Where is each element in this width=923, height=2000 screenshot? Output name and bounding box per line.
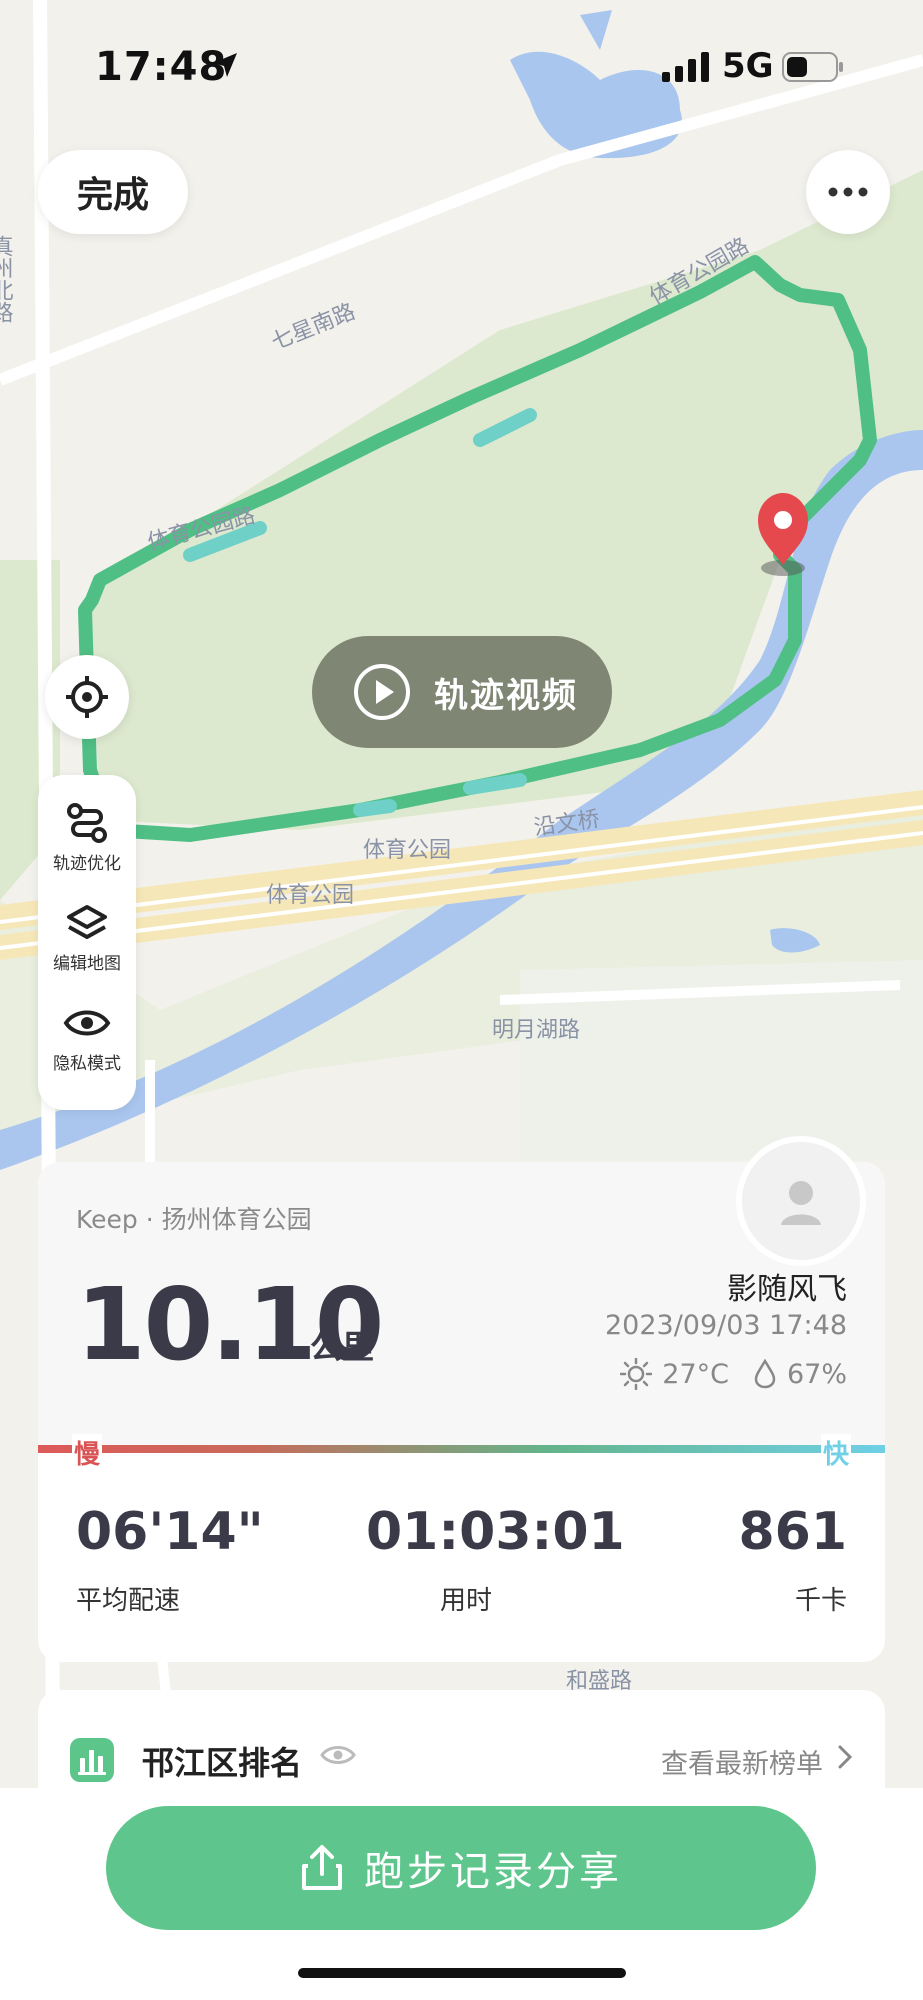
map-label-mingyue-lake-road: 明月湖路 xyxy=(492,1018,580,1043)
edit-map-button[interactable]: 编辑地图 xyxy=(38,895,136,991)
stat-duration: 01:03:01 用时 xyxy=(366,1502,625,1617)
chevron-right-icon xyxy=(838,1745,853,1769)
track-video-label: 轨迹视频 xyxy=(434,675,578,716)
humidity: 67% xyxy=(786,1358,847,1390)
location-arrow-icon xyxy=(213,53,237,77)
play-icon xyxy=(354,664,410,720)
track-video-button[interactable]: 轨迹视频 xyxy=(312,636,612,748)
slow-label: 慢 xyxy=(72,1434,103,1471)
battery-icon xyxy=(782,52,843,82)
done-button[interactable]: 完成 xyxy=(38,150,188,234)
record-source: Keep · 扬州体育公园 xyxy=(76,1205,312,1234)
duration-label: 用时 xyxy=(439,1586,492,1616)
sun-icon xyxy=(620,1358,653,1390)
view-latest-ranking-link[interactable]: 查看最新榜单 xyxy=(661,1742,823,1781)
distance-unit: 公里 xyxy=(310,1328,375,1366)
ranking-chart-icon xyxy=(70,1738,114,1782)
share-run-record-button[interactable]: 跑步记录分享 xyxy=(106,1806,816,1930)
track-optimize-label: 轨迹优化 xyxy=(53,854,121,874)
layers-icon xyxy=(67,905,107,939)
stat-calories: 861 千卡 xyxy=(738,1502,847,1617)
privacy-mode-label: 隐私模式 xyxy=(53,1054,121,1074)
more-button[interactable] xyxy=(806,150,890,234)
more-icon xyxy=(828,187,868,197)
visibility-eye-icon[interactable] xyxy=(320,1742,356,1768)
share-icon xyxy=(302,1845,342,1890)
record-datetime: 2023/09/03 17:48 xyxy=(604,1310,847,1341)
stat-avg-pace: 06'14" 平均配速 xyxy=(76,1502,264,1617)
locate-button[interactable] xyxy=(45,655,129,739)
droplet-icon xyxy=(754,1359,776,1389)
fast-label: 快 xyxy=(820,1434,851,1471)
calories-value: 861 xyxy=(738,1502,847,1562)
privacy-mode-button[interactable]: 隐私模式 xyxy=(38,995,136,1091)
avg-pace-value: 06'14" xyxy=(76,1502,264,1562)
map-label-tiyu-park-1: 体育公园 xyxy=(363,838,451,863)
share-run-record-label: 跑步记录分享 xyxy=(364,1849,622,1895)
avatar[interactable] xyxy=(736,1136,866,1266)
signal-icon xyxy=(662,52,709,82)
crosshair-icon xyxy=(66,676,108,718)
status-bar: 17:48 5G xyxy=(0,0,923,130)
home-indicator xyxy=(298,1968,626,1978)
map-pin-icon xyxy=(758,493,808,576)
pace-gradient-bar xyxy=(38,1445,885,1453)
edit-map-label: 编辑地图 xyxy=(53,954,121,974)
run-record-card: Keep · 扬州体育公园 10.10 公里 影随风飞 2023/09/03 1… xyxy=(38,1136,885,1662)
duration-value: 01:03:01 xyxy=(366,1502,625,1562)
calories-label: 千卡 xyxy=(794,1586,847,1616)
network-type: 5G xyxy=(722,46,774,86)
weather-info: 27°C 67% xyxy=(620,1358,847,1390)
user-name: 影随风飞 xyxy=(727,1272,847,1307)
avg-pace-label: 平均配速 xyxy=(76,1586,181,1616)
map-tools-panel: 轨迹优化 编辑地图 隐私模式 xyxy=(38,775,136,1110)
user-icon xyxy=(781,1181,821,1225)
map-label-zhenzhou-north: 真州北路 xyxy=(0,235,14,323)
route-icon xyxy=(67,803,107,843)
bottom-bar: 跑步记录分享 xyxy=(0,1788,923,2000)
temperature: 27°C xyxy=(662,1358,729,1390)
map-label-tiyu-park-2: 体育公园 xyxy=(266,883,354,908)
status-time: 17:48 xyxy=(95,44,228,90)
track-optimize-button[interactable]: 轨迹优化 xyxy=(38,795,136,891)
ranking-title: 邗江区排名 xyxy=(142,1744,303,1782)
eye-icon xyxy=(63,1010,111,1036)
